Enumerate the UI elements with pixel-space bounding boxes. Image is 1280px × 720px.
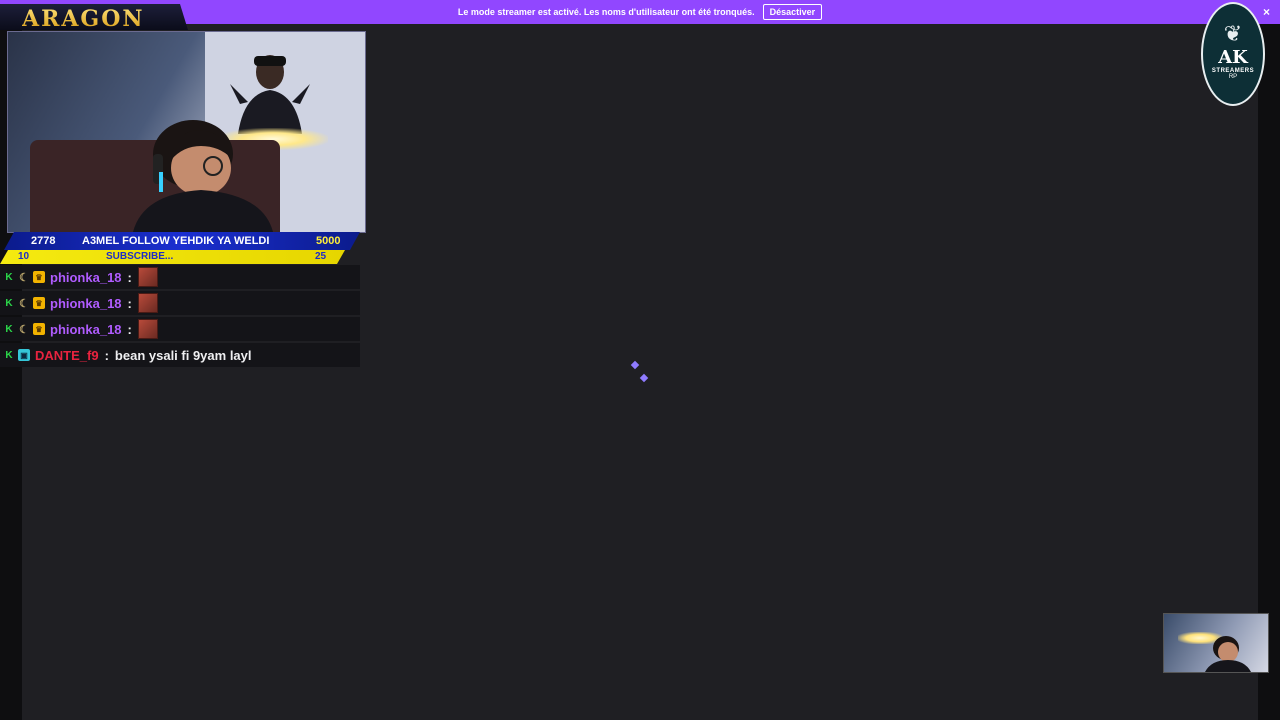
emote-icon [137,319,158,339]
mini-player-streamer [1205,636,1251,672]
mini-player[interactable] [1163,613,1269,673]
chat-username[interactable]: phionka_18 [50,270,122,285]
disable-streamer-mode-button[interactable]: Désactiver [762,4,823,20]
chat-text: bean ysali fi 9yam layl [114,347,252,363]
follow-goal-widget: 2778 A3MEL FOLLOW YEHDIK YA WELDI 5000 1… [0,232,365,266]
phoenix-icon: ❦ [1223,20,1243,46]
emote-icon [137,267,158,287]
k-icon: K [5,271,13,283]
streamer-figure [133,120,273,232]
crown-icon: ♛ [33,323,45,335]
ak-logo-sub2: RP [1228,73,1238,80]
k-icon: K [5,349,13,361]
follow-goal-current: 2778 [31,235,56,247]
crown-icon: ♛ [33,297,45,309]
chat-message: K ☾ ♛ phionka_18: [0,291,360,315]
chat-message: K ☾ ♛ phionka_18: [0,265,360,289]
sub-goal-current: 10 [18,251,30,262]
webcam-overlay [7,31,366,233]
close-icon[interactable]: × [1263,5,1270,19]
aragon-logo: ARAGON [22,6,145,32]
chat-separator: : [127,295,132,311]
follow-goal-label: A3MEL FOLLOW YEHDIK YA WELDI [82,235,270,247]
chat-separator: : [104,347,109,363]
chat-username[interactable]: phionka_18 [50,296,122,311]
k-icon: K [5,323,13,335]
streamer-mode-message: Le mode streamer est activé. Les noms d'… [457,7,755,17]
ak-logo-text: AK [1218,46,1248,68]
crown-icon: ♛ [33,271,45,283]
follow-goal-target: 5000 [316,235,341,247]
streamer-mode-banner: Le mode streamer est activé. Les noms d'… [0,0,1280,24]
loading-spinner [630,360,650,384]
moon-icon: ☾ [19,323,29,336]
chat-message: K ☾ ♛ phionka_18: [0,317,360,341]
sub-goal-label: SUBSCRIBE... [106,251,174,262]
chat-message: K ▣ DANTE_f9: bean ysali fi 9yam layl [0,343,360,367]
gamepad-icon: ▣ [18,349,30,361]
chat-username[interactable]: DANTE_f9 [35,348,99,363]
chat-separator: : [127,269,132,285]
chat-overlay: K ☾ ♛ phionka_18: K ☾ ♛ phionka_18: K ☾ ♛ phionka_1… [0,265,360,369]
sub-goal-target: 25 [315,251,327,262]
chat-separator: : [127,321,132,337]
ak-streamers-logo: ❦ AK STREAMERS RP [1201,2,1265,106]
chat-username[interactable]: phionka_18 [50,322,122,337]
moon-icon: ☾ [19,297,29,310]
k-icon: K [5,297,13,309]
moon-icon: ☾ [19,271,29,284]
emote-icon [137,293,158,313]
